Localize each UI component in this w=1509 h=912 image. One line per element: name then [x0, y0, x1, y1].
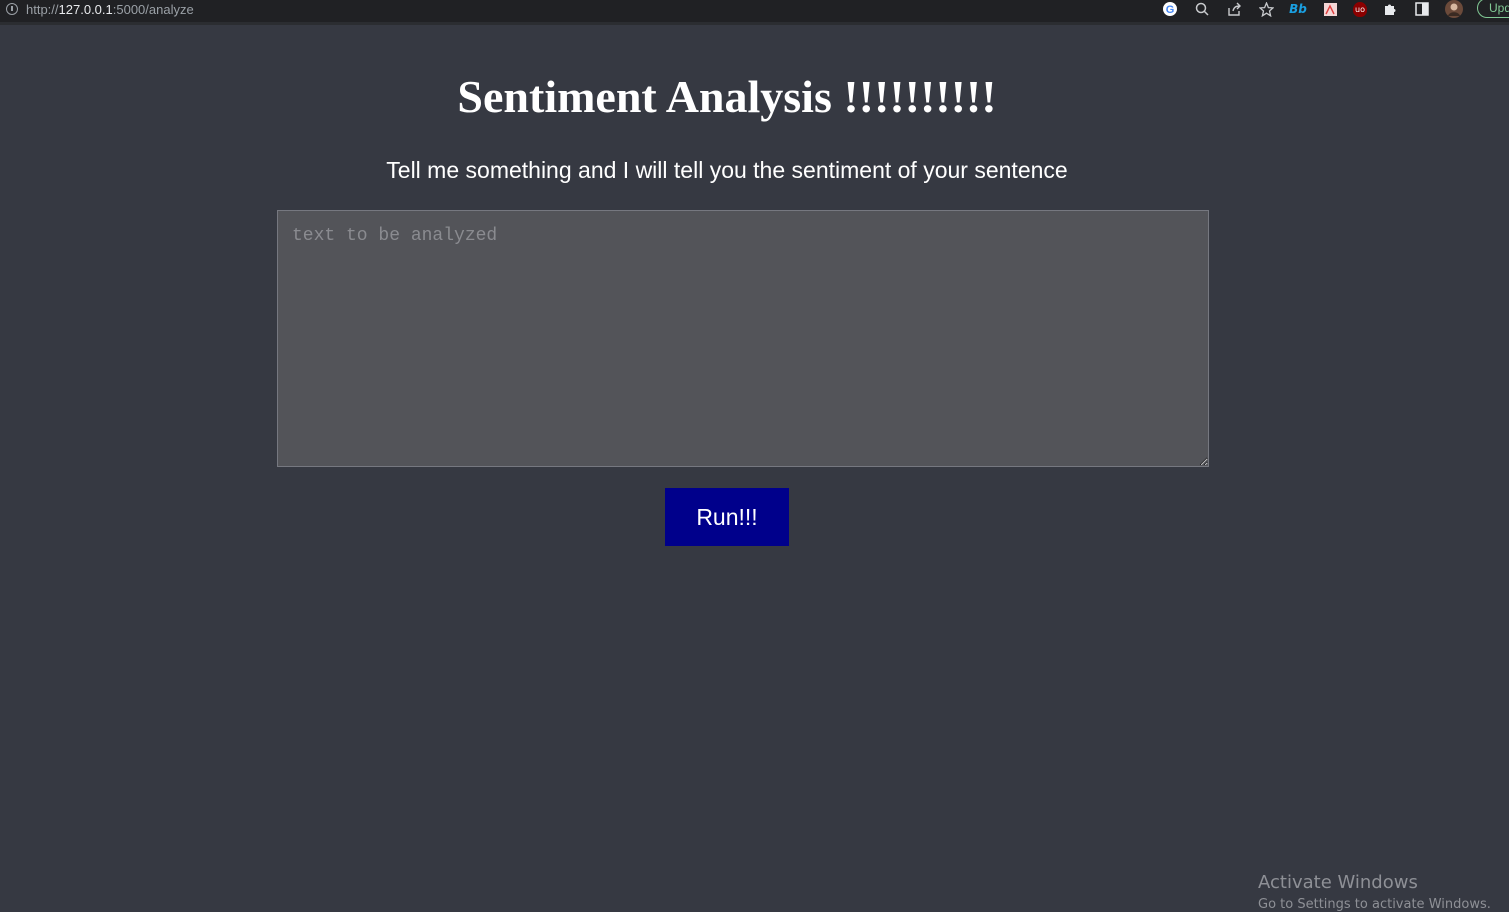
url-text[interactable]: http://127.0.0.1:5000/analyze [26, 2, 194, 17]
update-button[interactable]: Upd [1477, 0, 1509, 18]
browser-toolbar: http://127.0.0.1:5000/analyze G Bb uo Up… [0, 0, 1509, 25]
bb-extension-icon[interactable]: Bb [1289, 0, 1307, 18]
svg-text:G: G [1166, 4, 1175, 16]
profile-avatar[interactable] [1445, 0, 1463, 18]
zoom-icon[interactable] [1193, 0, 1211, 18]
star-icon[interactable] [1257, 0, 1275, 18]
ublock-icon[interactable]: uo [1353, 1, 1367, 17]
address-bar[interactable]: http://127.0.0.1:5000/analyze [6, 0, 194, 18]
pdf-extension-icon[interactable] [1321, 0, 1339, 18]
run-button[interactable]: Run!!! [665, 488, 789, 546]
google-icon[interactable]: G [1161, 0, 1179, 18]
page-subtitle: Tell me something and I will tell you th… [386, 157, 1068, 183]
text-input[interactable] [277, 210, 1209, 467]
site-info-icon[interactable] [6, 3, 18, 15]
toolbar-icons: G Bb uo Upd [1161, 0, 1509, 18]
puzzle-icon[interactable] [1381, 0, 1399, 18]
page-title: Sentiment Analysis !!!!!!!!!! [457, 71, 997, 122]
activate-windows-title: Activate Windows [1258, 872, 1418, 893]
share-icon[interactable] [1225, 0, 1243, 18]
sidepanel-icon[interactable] [1413, 0, 1431, 18]
